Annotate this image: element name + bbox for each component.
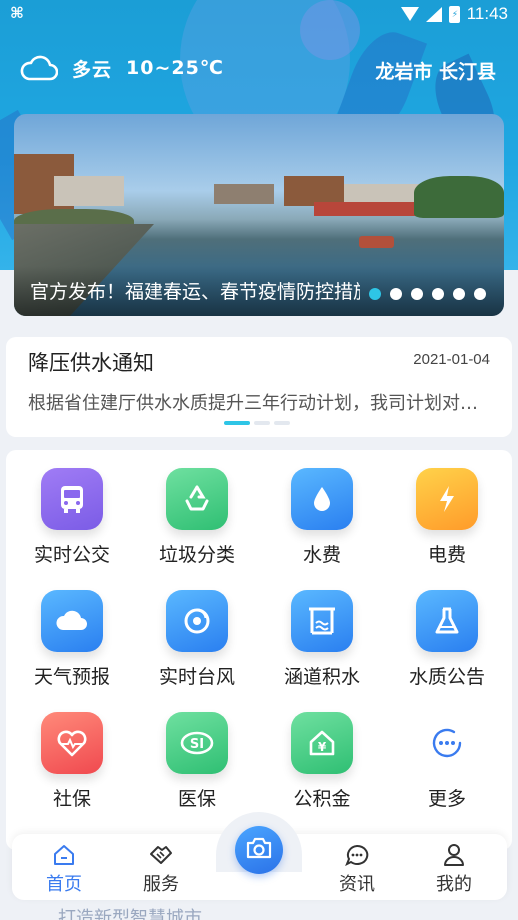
svg-text:¥: ¥: [318, 740, 327, 754]
service-water-fee[interactable]: 水费: [267, 468, 377, 567]
service-social-security[interactable]: 社保: [17, 712, 127, 811]
user-icon: [414, 842, 494, 868]
culvert-water-icon: [291, 590, 353, 652]
svg-text:SI: SI: [190, 737, 204, 752]
weather-widget[interactable]: 多云 10~25℃: [20, 54, 224, 82]
banner-dot[interactable]: [369, 288, 381, 300]
heart-pulse-icon: [41, 712, 103, 774]
battery-icon: ⚡: [448, 5, 460, 23]
service-housing-fund[interactable]: ¥ 公积金: [267, 712, 377, 811]
status-time: 11:43: [466, 4, 508, 23]
nav-profile[interactable]: 我的: [414, 842, 494, 896]
notice-body: 根据省住建厅供水水质提升三年行动计划，我司计划对供水管网进行降压: [28, 393, 493, 414]
bus-icon: [41, 468, 103, 530]
services-grid: 实时公交 垃圾分类 水费 电费 天气预报 实时台风 涵道积水 水质公告 社保 S…: [6, 450, 512, 850]
camera-icon: [245, 836, 273, 864]
flask-icon: [416, 590, 478, 652]
service-typhoon[interactable]: 实时台风: [142, 590, 252, 689]
banner-carousel[interactable]: 官方发布！福建春运、春节疫情防控措施: [14, 114, 504, 316]
nav-home[interactable]: 首页: [24, 842, 104, 896]
recycle-icon: [166, 468, 228, 530]
service-weather-forecast[interactable]: 天气预报: [17, 590, 127, 689]
banner-dot[interactable]: [432, 288, 444, 300]
service-culvert-water[interactable]: 涵道积水: [267, 590, 377, 689]
water-drop-icon: [291, 468, 353, 530]
service-more[interactable]: 更多: [392, 712, 502, 811]
notice-card[interactable]: 降压供水通知 2021-01-04 根据省住建厅供水水质提升三年行动计划，我司计…: [6, 337, 512, 437]
banner-dot[interactable]: [390, 288, 402, 300]
banner-dot[interactable]: [474, 288, 486, 300]
chat-icon: [317, 842, 397, 868]
notice-pagination: [224, 421, 290, 425]
cloud-icon: [20, 54, 59, 82]
banner-dot[interactable]: [453, 288, 465, 300]
camera-button[interactable]: [235, 826, 283, 874]
service-medical-insurance[interactable]: SI 医保: [142, 712, 252, 811]
notice-title: 降压供水通知: [28, 351, 154, 375]
cloud-icon: [41, 590, 103, 652]
handshake-icon: [121, 842, 201, 868]
lightning-icon: [416, 468, 478, 530]
service-water-quality[interactable]: 水质公告: [392, 590, 502, 689]
nav-services[interactable]: 服务: [121, 842, 201, 896]
wifi-icon: [400, 7, 419, 21]
banner-caption: 官方发布！福建春运、春节疫情防控措施: [30, 281, 360, 303]
banner-pagination[interactable]: [369, 288, 486, 300]
home-icon: [24, 842, 104, 868]
weather-temperature: 10~25℃: [126, 57, 224, 79]
weather-condition: 多云: [72, 58, 113, 81]
signal-icon: [425, 6, 442, 22]
housing-fund-icon: ¥: [291, 712, 353, 774]
location-selector[interactable]: 龙岩市 长汀县: [375, 57, 496, 84]
banner-dot[interactable]: [411, 288, 423, 300]
service-realtime-bus[interactable]: 实时公交: [17, 468, 127, 567]
service-electricity-fee[interactable]: 电费: [392, 468, 502, 567]
notification-icon: ⌘: [10, 4, 24, 22]
footer-slogan: 打造新型智慧城市: [58, 908, 202, 920]
more-icon: [416, 712, 478, 774]
service-garbage-sorting[interactable]: 垃圾分类: [142, 468, 252, 567]
notice-date: 2021-01-04: [413, 351, 490, 368]
medical-insurance-icon: SI: [166, 712, 228, 774]
status-bar: ⌘ ⚡ 11:43: [0, 0, 518, 30]
typhoon-icon: [166, 590, 228, 652]
nav-news[interactable]: 资讯: [317, 842, 397, 896]
